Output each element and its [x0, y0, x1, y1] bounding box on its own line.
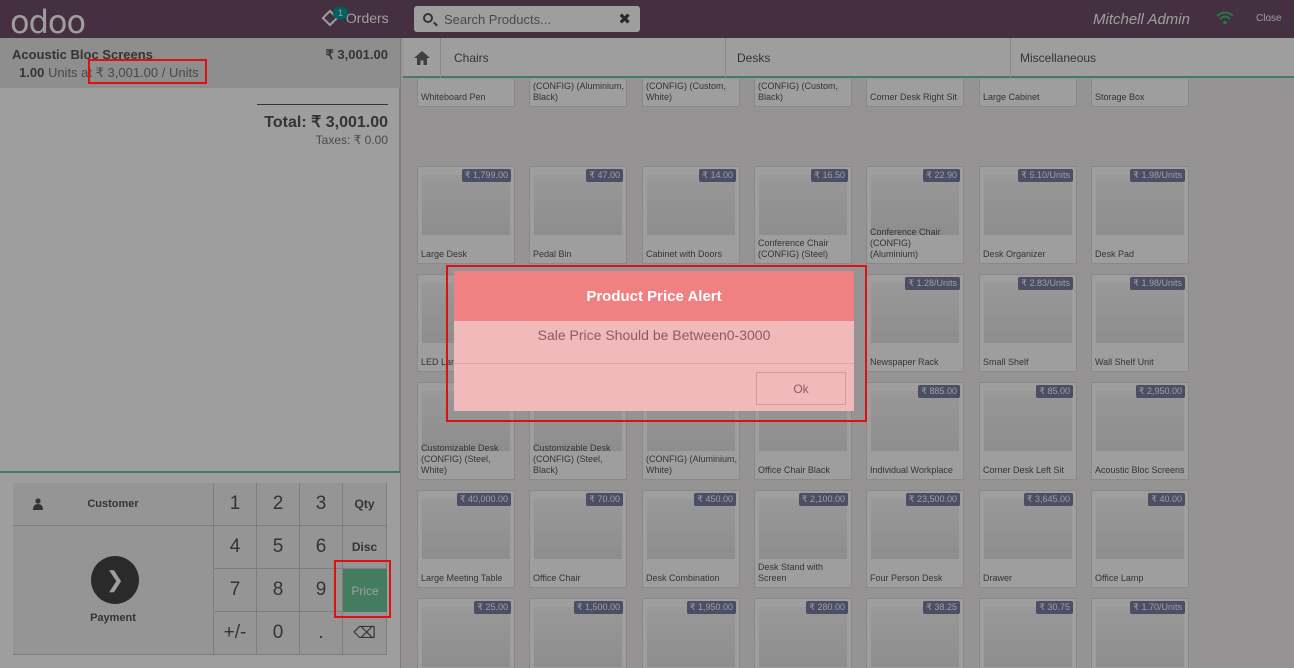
ok-button[interactable]: Ok — [756, 372, 846, 405]
dialog-divider — [454, 363, 854, 364]
dialog-title: Product Price Alert — [454, 271, 854, 321]
dialog-message: Sale Price Should be Between0-3000 — [537, 327, 771, 343]
price-alert-dialog: Product Price Alert Sale Price Should be… — [454, 271, 854, 411]
